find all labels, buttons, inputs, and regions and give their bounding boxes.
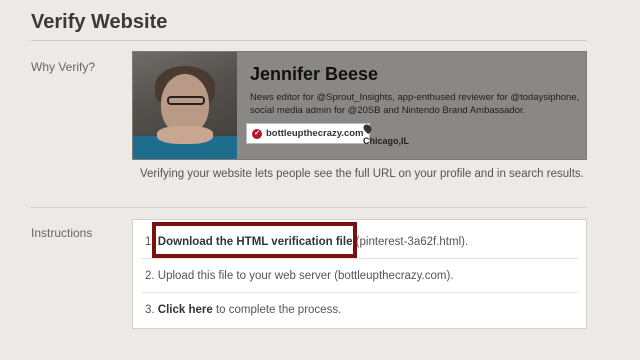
profile-name: Jennifer Beese: [250, 64, 379, 84]
instructions-label: Instructions: [31, 226, 93, 240]
step-divider: [141, 258, 578, 259]
location-pin-icon: [361, 122, 374, 135]
step-3-number: 3.: [145, 304, 155, 316]
profile-bio: News editor for @Sprout_Insights, app-en…: [250, 92, 580, 116]
profile-location: Chicago,IL: [361, 122, 410, 146]
why-verify-description: Verifying your website lets people see t…: [140, 168, 584, 180]
profile-preview-card: Jennifer Beese News editor for @Sprout_I…: [132, 51, 587, 160]
section-divider: [31, 207, 587, 208]
instruction-step-1: 1. Download the HTML verification file (…: [145, 236, 468, 248]
title-divider: [31, 40, 587, 41]
step-3-suffix: to complete the process.: [212, 304, 342, 316]
instruction-step-3: 3. Click here to complete the process.: [145, 304, 341, 316]
step-1-filename: (pinterest-3a62f.html).: [352, 236, 469, 248]
website-text: bottleupthecrazy.com: [266, 128, 364, 139]
step-divider: [141, 292, 578, 293]
click-here-link[interactable]: Click here: [158, 304, 213, 316]
download-verification-file-link[interactable]: Download the HTML verification file: [158, 236, 353, 248]
page-title: Verify Website: [31, 11, 168, 33]
verified-check-icon: ✓: [252, 128, 262, 139]
instruction-step-2: 2. Upload this file to your web server (…: [145, 270, 454, 282]
location-text: Chicago,IL: [363, 136, 410, 146]
instructions-box: 1. Download the HTML verification file (…: [132, 219, 587, 329]
profile-photo: [133, 52, 237, 159]
why-verify-label: Why Verify?: [31, 60, 96, 74]
verified-website-badge[interactable]: ✓ bottleupthecrazy.com: [246, 123, 371, 144]
step-1-number: 1.: [145, 236, 155, 248]
